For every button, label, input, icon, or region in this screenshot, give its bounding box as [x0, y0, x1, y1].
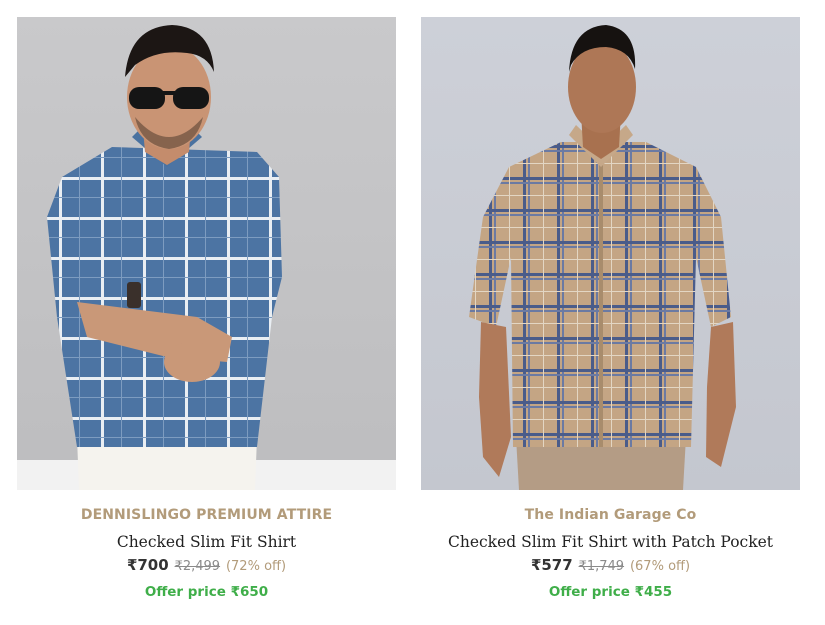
discount-percent: (72% off): [225, 559, 287, 574]
price-row: ₹700 ₹2,499 (72% off): [17, 554, 396, 576]
product-photo-illustration: [469, 25, 736, 490]
product-title[interactable]: Checked Slim Fit Shirt with Patch Pocket: [421, 530, 800, 554]
sale-price: ₹700: [126, 556, 169, 574]
product-brand: The Indian Garage Co: [524, 507, 697, 523]
product-title[interactable]: Checked Slim Fit Shirt: [17, 530, 396, 554]
sale-price: ₹577: [530, 556, 573, 574]
product-card[interactable]: The Indian Garage Co Checked Slim Fit Sh…: [421, 17, 800, 607]
discount-percent: (67% off): [629, 559, 691, 574]
product-image[interactable]: [421, 17, 800, 490]
offer-price: Offer price ₹455: [548, 584, 673, 600]
product-photo-illustration: [17, 25, 396, 490]
product-card[interactable]: DENNISLINGO PREMIUM ATTIRE Checked Slim …: [17, 17, 396, 607]
offer-price: Offer price ₹650: [144, 584, 269, 600]
product-info: DENNISLINGO PREMIUM ATTIRE Checked Slim …: [17, 490, 396, 602]
original-price: ₹2,499: [174, 559, 221, 574]
price-row: ₹577 ₹1,749 (67% off): [421, 554, 800, 576]
product-brand: DENNISLINGO PREMIUM ATTIRE: [80, 507, 333, 523]
product-image[interactable]: [17, 17, 396, 490]
original-price: ₹1,749: [578, 559, 625, 574]
product-info: The Indian Garage Co Checked Slim Fit Sh…: [421, 490, 800, 602]
